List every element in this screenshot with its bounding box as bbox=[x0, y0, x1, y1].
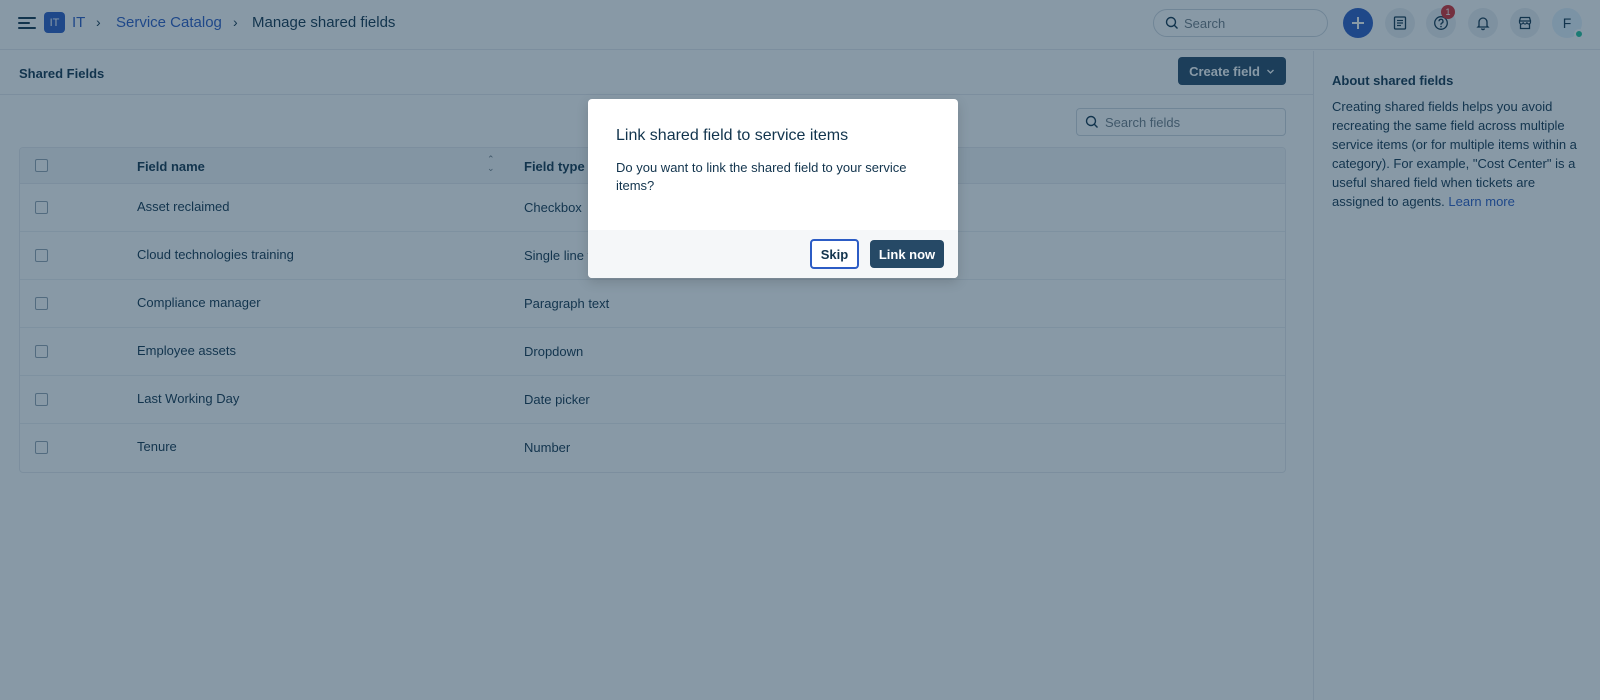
dialog-footer: Skip Link now bbox=[588, 230, 958, 278]
dialog-message: Do you want to link the shared field to … bbox=[616, 160, 907, 193]
link-shared-field-dialog: Link shared field to service items Do yo… bbox=[588, 99, 958, 278]
dialog-title: Link shared field to service items bbox=[616, 127, 849, 144]
link-now-button[interactable]: Link now bbox=[870, 240, 944, 268]
skip-button[interactable]: Skip bbox=[810, 239, 859, 269]
